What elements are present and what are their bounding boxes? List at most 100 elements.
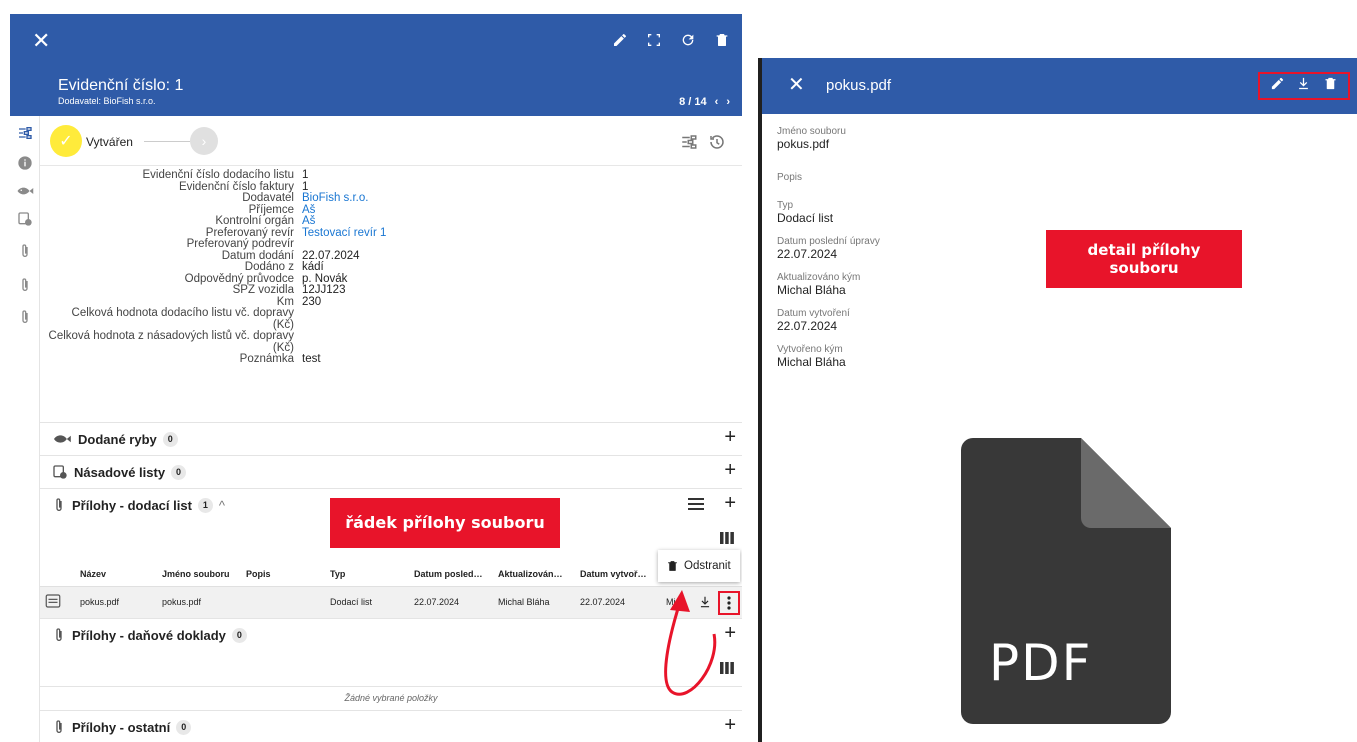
field: Aktualizováno kým Michal Bláha [777, 272, 880, 308]
fullscreen-icon[interactable] [644, 30, 664, 50]
column-header[interactable]: Název [76, 562, 158, 587]
detail-row: Preferovaný revír Testovací revír 1 [40, 227, 742, 240]
annotation-callout: řádek přílohy souboru [330, 498, 560, 548]
paperclip-icon[interactable] [16, 242, 34, 260]
detail-row: Odpovědný průvodce p. Novák [40, 273, 742, 286]
delete-menu-item[interactable]: Odstranit [684, 560, 731, 572]
field-value: 22.07.2024 [777, 319, 838, 333]
field-value: Michal Bláha [777, 355, 846, 369]
detail-row: SPZ vozidla 12JJ123 [40, 284, 742, 297]
history-icon[interactable] [708, 133, 726, 151]
detail-row: Celková hodnota z násadových listů vč. d… [40, 330, 742, 343]
detail-row: Preferovaný podrevír [40, 238, 742, 251]
workflow-icon[interactable] [680, 133, 698, 151]
detail-row: Celková hodnota dodacího listu vč. dopra… [40, 307, 742, 320]
stock-list-icon [53, 465, 67, 479]
detail-row: Dodáno z kádí [40, 261, 742, 274]
detail-value [302, 308, 742, 320]
trash-icon[interactable] [1323, 76, 1338, 96]
field-label: Datum poslední úpravy [777, 236, 880, 247]
column-header[interactable]: Popis [242, 562, 326, 587]
section-title: Dodané ryby 0 [52, 431, 178, 447]
delivery-note-detail-panel: ✕ Evidenční číslo: 1 Dodavatel: BioFish … [10, 14, 742, 742]
chevron-left-icon[interactable]: ‹ [715, 96, 719, 108]
columns-icon[interactable] [720, 531, 734, 549]
annotation-arrow [664, 590, 717, 696]
detail-value [302, 239, 742, 251]
attachments-table: Název Jméno souboru Popis Typ Datum posl… [40, 562, 742, 619]
field-label: Typ [777, 200, 794, 211]
workflow-icon[interactable] [16, 124, 34, 142]
pdf-file-icon[interactable]: PDF [961, 438, 1171, 724]
field: Jméno souboru pokus.pdf [777, 126, 880, 172]
count-badge: 0 [231, 627, 247, 643]
pencil-icon[interactable] [610, 30, 630, 50]
trash-icon[interactable] [712, 30, 732, 50]
column-header-icon [40, 562, 76, 587]
preferred-district-link[interactable]: Testovací revír 1 [302, 227, 742, 240]
section-stock-lists[interactable]: Násadové listy 0 + [40, 455, 742, 488]
count-badge: 0 [171, 464, 187, 480]
file-icon [45, 594, 61, 608]
field-label: Vytvořeno kým [777, 344, 843, 355]
control-authority-link[interactable]: Aš [302, 215, 742, 228]
column-header[interactable]: Jméno souboru [158, 562, 242, 587]
status-next-button[interactable]: › [190, 127, 218, 155]
cell-file-name: pokus.pdf [158, 586, 242, 619]
check-icon: ✓ [59, 133, 73, 150]
close-icon[interactable]: ✕ [788, 75, 805, 95]
list-icon[interactable] [688, 497, 704, 516]
section-title: Přílohy - dodací list 1 ^ [52, 497, 225, 513]
chevron-right-icon[interactable]: › [726, 96, 730, 108]
chevron-up-icon[interactable]: ^ [219, 498, 225, 513]
trash-icon [668, 561, 677, 571]
info-icon[interactable] [16, 154, 34, 172]
field: Datum vytvoření 22.07.2024 [777, 308, 880, 344]
add-button[interactable]: + [724, 460, 736, 480]
field: Popis [777, 172, 880, 200]
recipient-link[interactable]: Aš [302, 204, 742, 217]
page-title: pokus.pdf [826, 77, 892, 94]
refresh-icon[interactable] [678, 30, 698, 50]
fish-icon[interactable] [16, 182, 34, 200]
add-attachment-button[interactable]: + [724, 715, 736, 735]
supplier-link[interactable]: BioFish s.r.o. [302, 192, 742, 205]
side-navigation [10, 116, 40, 742]
table-row[interactable]: pokus.pdf pokus.pdf Dodací list 22.07.20… [40, 586, 742, 619]
attachment-fields: Jméno souboru pokus.pdf Popis Typ Dodací l… [777, 126, 880, 380]
detail-value [302, 331, 742, 343]
pdf-label: PDF [989, 634, 1093, 692]
section-delivered-fish[interactable]: Dodané ryby 0 + [40, 422, 742, 455]
count-badge: 1 [197, 497, 213, 513]
field-value: pokus.pdf [777, 137, 830, 151]
add-attachment-button[interactable]: + [724, 493, 736, 513]
field: Datum poslední úpravy 22.07.2024 [777, 236, 880, 272]
detail-value: 1 [302, 180, 309, 193]
add-button[interactable]: + [724, 427, 736, 447]
paperclip-icon[interactable] [16, 308, 34, 326]
column-header[interactable]: Aktualizován… [494, 562, 576, 587]
close-icon[interactable]: ✕ [32, 30, 50, 52]
status-label: Vytvářen [86, 135, 133, 149]
column-header[interactable]: Datum posled… [410, 562, 494, 587]
stock-list-icon[interactable] [16, 210, 34, 228]
panel-header: ✕ pokus.pdf [762, 58, 1357, 114]
detail-row: Kontrolní orgán Aš [40, 215, 742, 228]
detail-label: Evidenční číslo dodacího listu [142, 169, 294, 181]
column-header[interactable]: Typ [326, 562, 410, 587]
pencil-icon[interactable] [1270, 76, 1285, 96]
detail-label: Dodavatel [242, 192, 294, 204]
section-title-text: Přílohy - ostatní [72, 719, 171, 735]
panel-header: ✕ Evidenční číslo: 1 Dodavatel: BioFish … [10, 14, 742, 116]
section-attachments-other: Přílohy - ostatní 0 + [40, 710, 742, 742]
detail-label: Celková hodnota z násadových listů vč. d… [48, 330, 294, 342]
section-title-text: Přílohy - dodací list [72, 497, 192, 513]
detail-row: Evidenční číslo dodacího listu 1 [40, 169, 742, 182]
annotation-callout-line: detail přílohy [1087, 241, 1201, 259]
paperclip-icon [56, 498, 62, 511]
cell-modified-date: 22.07.2024 [410, 586, 494, 619]
detail-label: Dodáno z [244, 261, 294, 273]
section-title: Přílohy - daňové doklady 0 [52, 627, 247, 643]
paperclip-icon[interactable] [16, 276, 34, 294]
download-icon[interactable] [1296, 76, 1311, 96]
